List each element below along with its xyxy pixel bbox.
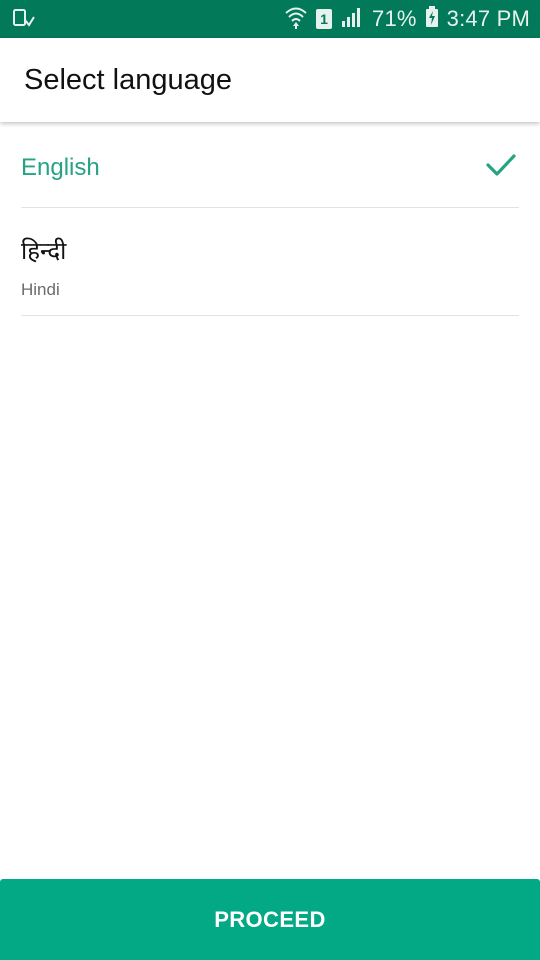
language-option-english[interactable]: English — [21, 122, 519, 208]
wifi-icon — [284, 4, 308, 35]
signal-icon — [340, 6, 364, 33]
language-english-name: Hindi — [21, 280, 60, 299]
language-option-hindi[interactable]: हिन्दी Hindi — [21, 208, 519, 316]
language-name: English — [21, 154, 100, 181]
checkmark-icon — [485, 152, 517, 178]
sim-icon: 1 — [316, 9, 333, 29]
page-title: Select language — [24, 64, 232, 96]
language-native-name: हिन्दी — [21, 237, 67, 265]
battery-percent: 71% — [372, 6, 417, 31]
clock: 3:47 PM — [446, 6, 530, 31]
proceed-button[interactable]: PROCEED — [0, 879, 540, 960]
download-icon — [12, 8, 36, 30]
status-bar: 1 71% 3:47 PM — [0, 0, 540, 38]
app-bar: Select language — [0, 38, 540, 122]
battery-charging-icon — [425, 5, 439, 33]
language-list: English हिन्दी Hindi — [21, 122, 519, 316]
